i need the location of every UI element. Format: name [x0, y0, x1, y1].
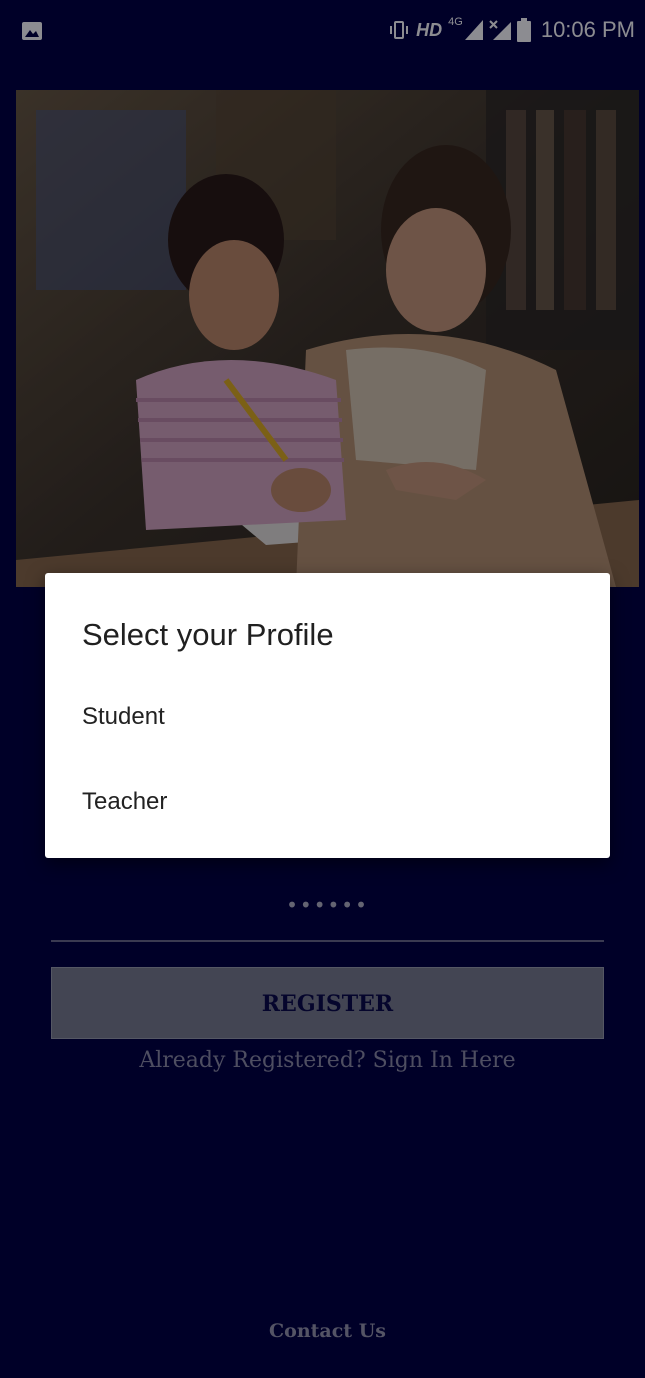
hd-label: HD — [416, 19, 443, 40]
vibrate-icon — [390, 21, 409, 39]
status-indicators: HD 4G 10:06 PM — [388, 14, 635, 46]
register-button[interactable]: REGISTER — [51, 967, 604, 1039]
image-icon — [22, 22, 42, 40]
network-type-label: 4G — [448, 16, 463, 28]
dialog-title: Select your Profile — [82, 617, 334, 652]
profile-select-dialog: Select your Profile Student Teacher — [45, 573, 610, 858]
password-field[interactable]: •••••• — [51, 880, 604, 942]
hero-image — [16, 90, 639, 587]
signal-icon — [464, 20, 483, 40]
status-bar: HD 4G 10:06 PM — [0, 0, 645, 60]
profile-option-student[interactable]: Student — [82, 693, 572, 741]
teacher-student-illustration — [16, 90, 639, 587]
battery-icon — [516, 18, 531, 42]
profile-option-teacher[interactable]: Teacher — [82, 778, 572, 826]
no-signal-icon — [489, 20, 511, 40]
clock: 10:06 PM — [540, 17, 635, 42]
contact-us-link[interactable]: Contact Us — [0, 1320, 645, 1342]
sign-in-link[interactable]: Already Registered? Sign In Here — [51, 1048, 604, 1073]
